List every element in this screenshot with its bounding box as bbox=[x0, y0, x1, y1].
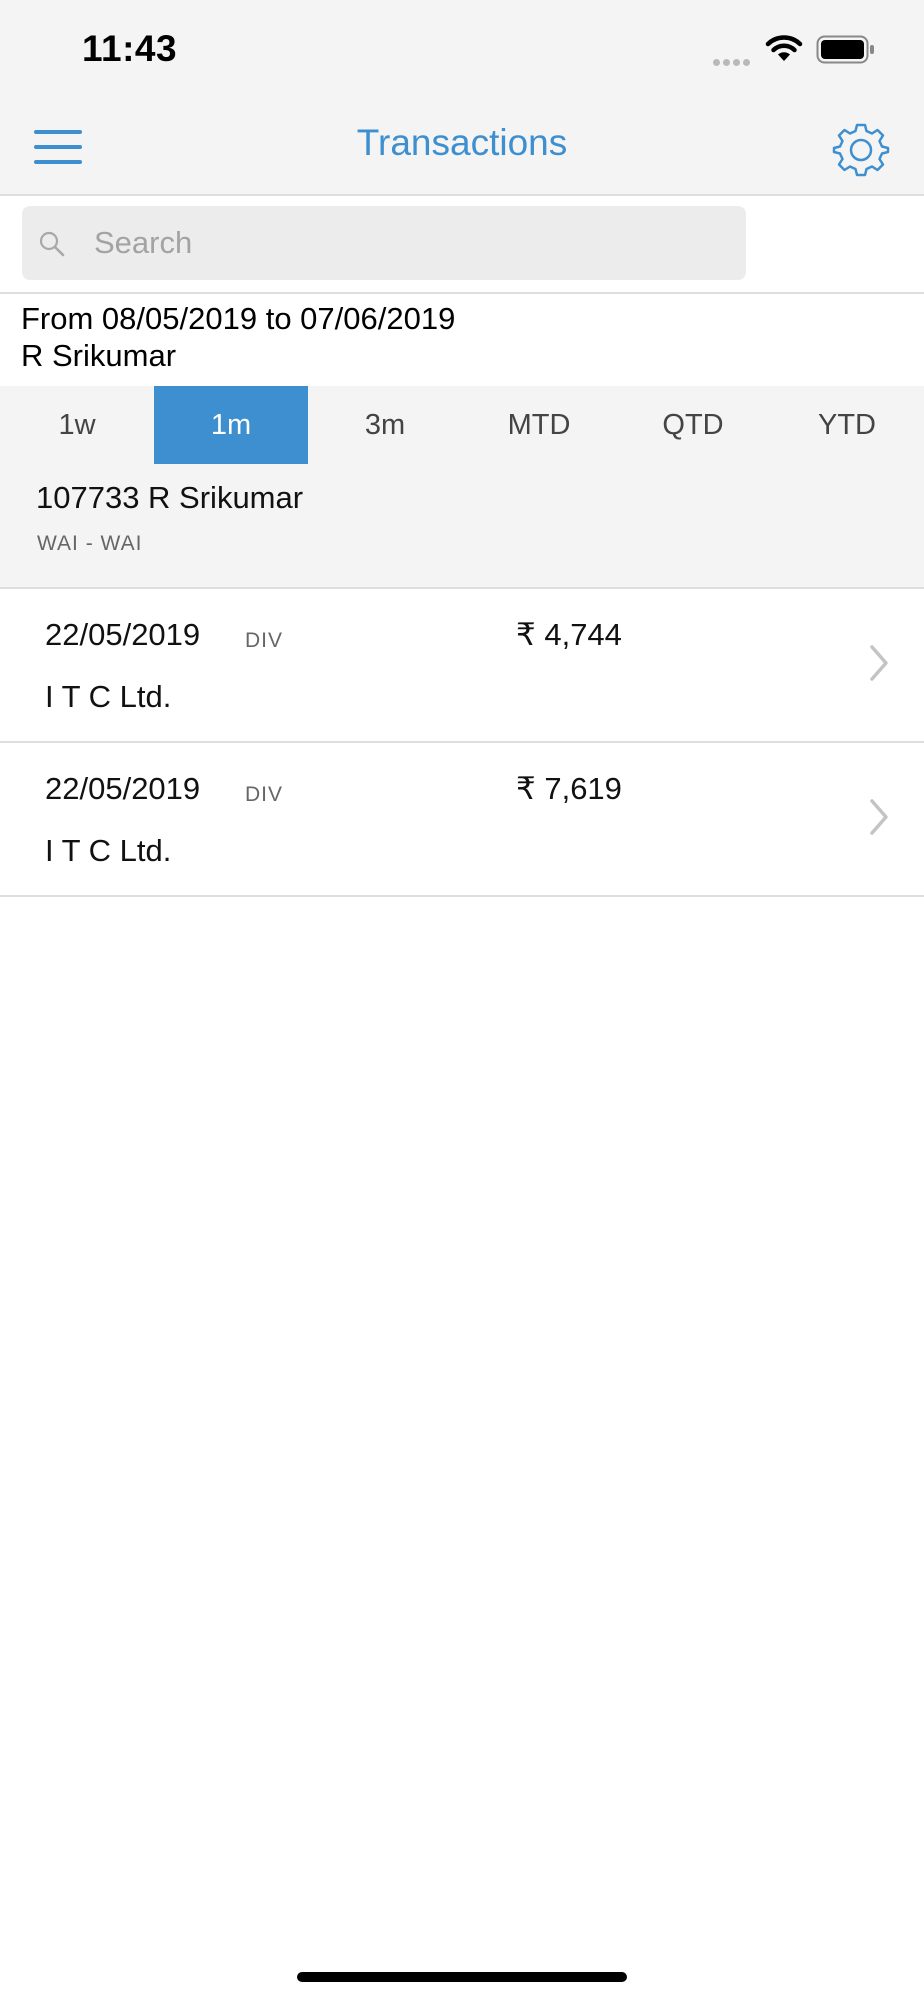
home-indicator[interactable] bbox=[297, 1972, 627, 1982]
battery-icon bbox=[816, 35, 874, 64]
transaction-date: 22/05/2019 bbox=[45, 617, 201, 652]
account-header: 107733 R Srikumar WAI - WAI bbox=[0, 464, 924, 589]
tab-1w[interactable]: 1w bbox=[0, 386, 154, 464]
search-box[interactable] bbox=[22, 206, 746, 280]
tab-1m[interactable]: 1m bbox=[154, 386, 308, 464]
transaction-company: I T C Ltd. bbox=[45, 679, 172, 714]
period-selector: 1w 1m 3m MTD QTD YTD bbox=[0, 386, 924, 464]
transaction-row[interactable]: 22/05/2019 DIV ₹ 7,619 I T C Ltd. bbox=[0, 743, 924, 897]
tab-ytd[interactable]: YTD bbox=[770, 386, 924, 464]
transaction-date: 22/05/2019 bbox=[45, 771, 201, 806]
account-name: 107733 R Srikumar bbox=[36, 480, 304, 515]
transaction-company: I T C Ltd. bbox=[45, 833, 172, 868]
search-icon bbox=[39, 231, 65, 257]
search-input[interactable] bbox=[94, 218, 724, 268]
date-range-label: From 08/05/2019 to 07/06/2019 bbox=[21, 301, 456, 336]
transaction-type: DIV bbox=[245, 629, 284, 652]
cellular-signal-icon bbox=[713, 53, 753, 71]
transaction-amount: ₹ 7,619 bbox=[516, 771, 622, 806]
status-bar: 11:43 bbox=[0, 0, 924, 100]
date-range-summary: From 08/05/2019 to 07/06/2019 R Srikumar bbox=[21, 300, 455, 374]
client-name-label: R Srikumar bbox=[21, 338, 177, 373]
transaction-type: DIV bbox=[245, 783, 284, 806]
navigation-bar: Transactions bbox=[0, 100, 924, 196]
tab-3m[interactable]: 3m bbox=[308, 386, 462, 464]
account-branch: WAI - WAI bbox=[37, 532, 143, 555]
search-area bbox=[0, 196, 924, 294]
status-time: 11:43 bbox=[82, 28, 178, 69]
tab-qtd[interactable]: QTD bbox=[616, 386, 770, 464]
chevron-right-icon bbox=[870, 645, 888, 681]
chevron-right-icon bbox=[870, 799, 888, 835]
gear-icon[interactable] bbox=[832, 120, 890, 178]
wifi-icon bbox=[765, 35, 803, 61]
transaction-amount: ₹ 4,744 bbox=[516, 617, 622, 652]
tab-mtd[interactable]: MTD bbox=[462, 386, 616, 464]
transaction-row[interactable]: 22/05/2019 DIV ₹ 4,744 I T C Ltd. bbox=[0, 589, 924, 743]
page-title: Transactions bbox=[356, 122, 568, 163]
